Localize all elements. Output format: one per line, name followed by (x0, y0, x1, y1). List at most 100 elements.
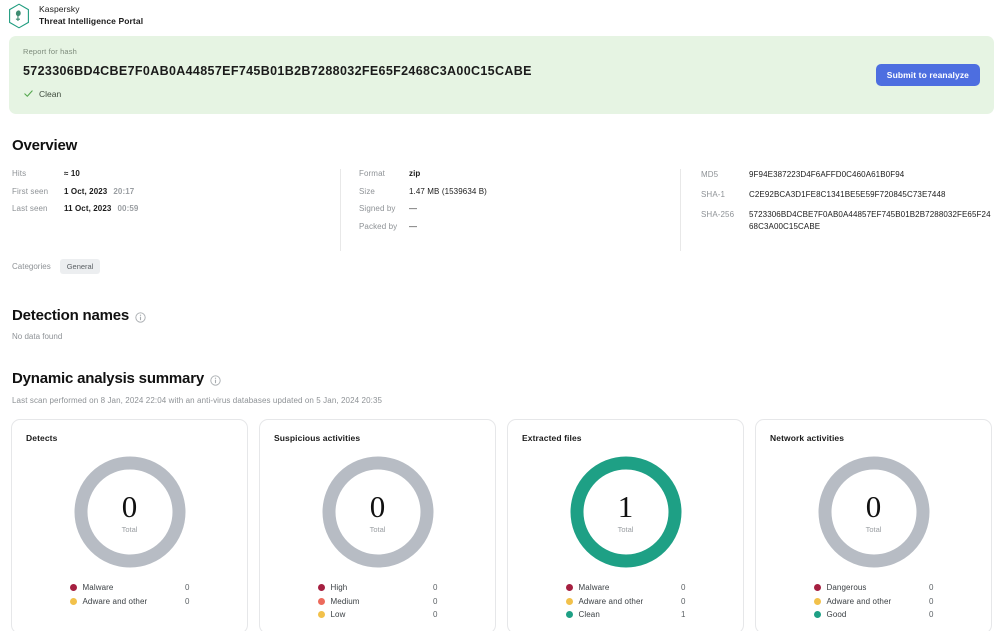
overview-heading: Overview (12, 137, 1003, 154)
legend-color-dot (814, 611, 821, 618)
info-icon[interactable] (135, 310, 146, 321)
overview-value: — (409, 204, 417, 213)
legend-row: Good0 (814, 610, 934, 619)
brand-line-2: Threat Intelligence Portal (39, 16, 143, 28)
legend-color-dot (70, 584, 77, 591)
legend-value: 1 (681, 610, 685, 619)
legend-row: Adware and other 0 (566, 597, 686, 606)
overview-key: Hits (12, 169, 64, 178)
legend-value: 0 (433, 583, 437, 592)
overview-key: SHA-1 (701, 190, 749, 199)
legend-label: Good (827, 610, 924, 619)
overview-key: SHA-256 (701, 210, 749, 219)
brand-line-1: Kaspersky (39, 4, 143, 16)
overview-row: First seen1 Oct, 202320:17 (12, 187, 340, 196)
legend-color-dot (814, 598, 821, 605)
dynamic-analysis-subtitle: Last scan performed on 8 Jan, 2024 22:04… (12, 396, 1003, 405)
overview-row: MD59F94E387223D4F6AFFD0C460A61B0F94 (701, 169, 991, 181)
overview-value: 11 Oct, 202300:59 (64, 204, 138, 213)
legend-color-dot (566, 611, 573, 618)
app-header: Kaspersky Threat Intelligence Portal (0, 0, 1003, 31)
legend-row: Malware0 (566, 583, 686, 592)
donut-chart: 1Total (522, 452, 729, 572)
legend-label: Malware (579, 583, 676, 592)
card-title: Network activities (770, 433, 977, 443)
card-legend: High0Medium0Low0 (274, 583, 481, 619)
overview-column-hashes: MD59F94E387223D4F6AFFD0C460A61B0F94SHA-1… (680, 169, 991, 251)
overview-key: MD5 (701, 170, 749, 179)
overview-key: Size (359, 187, 409, 196)
overview-row: Signed by— (359, 204, 680, 213)
summary-card: Extracted files1TotalMalware0Adware and … (507, 419, 744, 631)
brand[interactable]: Kaspersky Threat Intelligence Portal (7, 3, 143, 29)
overview-row: SHA-1C2E92BCA3D1FE8C1341BE5E59F720845C73… (701, 189, 991, 201)
dynamic-analysis-title: Dynamic analysis summary (12, 370, 204, 387)
overview-title: Overview (12, 137, 77, 154)
card-legend: Malware 0 Adware and other 0 (26, 583, 233, 606)
legend-label: Adware and other (83, 597, 180, 606)
legend-row: Dangerous 0 (814, 583, 934, 592)
info-icon[interactable] (210, 373, 221, 384)
legend-value: 0 (681, 597, 685, 606)
legend-row: Low 0 (318, 610, 438, 619)
legend-label: Adware and other (579, 597, 676, 606)
overview-column-general: Hits≈ 10First seen1 Oct, 202320:17Last s… (12, 169, 340, 251)
overview-value: ≈ 10 (64, 169, 80, 178)
overview-value: C2E92BCA3D1FE8C1341BE5E59F720845C73E7448 (749, 189, 946, 201)
summary-card: Network activities 0Total Dangerous 0 Adware… (755, 419, 992, 631)
donut-chart: 0Total (274, 452, 481, 572)
report-banner: Report for hash 5723306BD4CBE7F0AB0A4485… (9, 36, 994, 114)
summary-card: Suspicious activities0TotalHigh0Medium0L… (259, 419, 496, 631)
overview-key: Format (359, 169, 409, 178)
categories-row: Categories General (12, 259, 1003, 274)
overview-row: Size1.47 MB (1539634 B) (359, 187, 680, 196)
verdict-status: Clean (23, 88, 980, 99)
overview-key: Packed by (359, 222, 409, 231)
card-title: Extracted files (522, 433, 729, 443)
category-chip-general[interactable]: General (60, 259, 101, 274)
kaspersky-hex-logo-icon (7, 3, 31, 29)
legend-row: Clean1 (566, 610, 686, 619)
overview-row: Formatzip (359, 169, 680, 178)
summary-card: Detects0TotalMalware0Adware and other0 (11, 419, 248, 631)
detection-names-empty: No data found (12, 332, 1003, 341)
overview-value: 9F94E387223D4F6AFFD0C460A61B0F94 (749, 169, 904, 181)
legend-color-dot (70, 598, 77, 605)
legend-color-dot (318, 584, 325, 591)
detection-names-title: Detection names (12, 307, 129, 324)
overview-row: Packed by— (359, 222, 680, 231)
dynamic-analysis-heading: Dynamic analysis summary (12, 370, 1003, 387)
legend-row: Adware and other 0 (70, 597, 190, 606)
overview-value: — (409, 222, 417, 231)
card-legend: Dangerous 0 Adware and other 0 Good0 (770, 583, 977, 619)
legend-value: 0 (929, 583, 933, 592)
donut-chart: 0Total (26, 452, 233, 572)
overview-subvalue: 00:59 (117, 204, 138, 213)
overview-column-file: Formatzip Size1.47 MB (1539634 B) Signed b… (340, 169, 680, 251)
legend-label: Low (331, 610, 428, 619)
overview-row: SHA-2565723306BD4CBE7F0AB0A44857EF745B01… (701, 209, 991, 232)
submit-to-reanalyze-button[interactable]: Submit to reanalyze (876, 64, 980, 86)
legend-value: 0 (185, 583, 189, 592)
legend-color-dot (318, 611, 325, 618)
legend-value: 0 (929, 597, 933, 606)
card-legend: Malware0 Adware and other 0 Clean1 (522, 583, 729, 619)
detection-names-heading: Detection names (12, 307, 1003, 324)
legend-color-dot (566, 598, 573, 605)
donut-chart: 0Total (770, 452, 977, 572)
overview-key: Signed by (359, 204, 409, 213)
overview-value: zip (409, 169, 420, 178)
legend-color-dot (566, 584, 573, 591)
legend-label: High (331, 583, 428, 592)
legend-label: Dangerous (827, 583, 924, 592)
legend-color-dot (814, 584, 821, 591)
overview-section: Hits≈ 10First seen1 Oct, 202320:17Last s… (0, 169, 1003, 251)
legend-value: 0 (433, 610, 437, 619)
legend-label: Malware (83, 583, 180, 592)
check-icon (23, 88, 34, 99)
legend-value: 0 (185, 597, 189, 606)
legend-label: Adware and other (827, 597, 924, 606)
overview-value: 5723306BD4CBE7F0AB0A44857EF745B01B2B7288… (749, 209, 991, 232)
verdict-status-label: Clean (39, 89, 61, 99)
summary-cards: Detects0TotalMalware0Adware and other0Su… (0, 419, 1003, 631)
